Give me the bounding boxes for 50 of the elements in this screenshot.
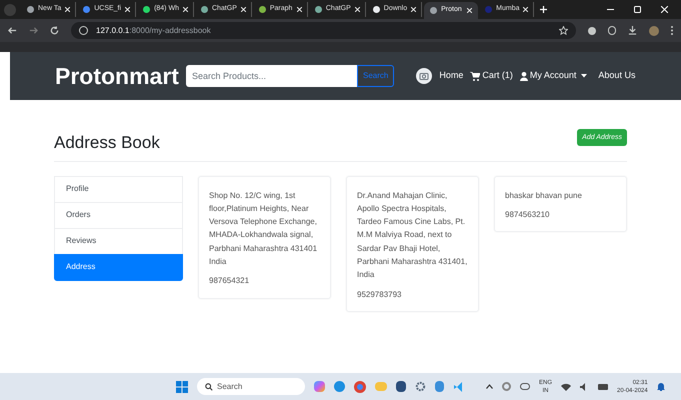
phone-number: 987654321	[209, 275, 250, 288]
back-icon[interactable]	[8, 26, 17, 35]
caret-icon	[581, 74, 588, 78]
forward-icon[interactable]	[29, 26, 38, 35]
taskbar-search-field[interactable]: Search	[197, 378, 305, 395]
nav-link[interactable]: Home	[439, 69, 464, 83]
phone-number: 9874563210	[505, 208, 550, 221]
address-bar[interactable]: 127.0.0.1:8000/my-addressbook	[71, 22, 576, 39]
profile-avatar-icon[interactable]	[649, 26, 659, 36]
address-text: Dr.Anand Mahajan Clinic, Apollo Spectra Hospitals, Tardeo Famous Cine Labs, Pt. M.M Malviya Road, next to Sardar Pav Bhaji Hotel, Parbhani Maharashtra 431401, India	[357, 190, 468, 282]
brand-logo[interactable]: Protonmart	[55, 58, 186, 94]
search-icon	[205, 382, 213, 390]
sidebar-item[interactable]: Address	[54, 254, 183, 280]
cart-icon	[470, 72, 480, 80]
nav-link[interactable]: Cart (1)	[470, 69, 513, 83]
sidebar-item[interactable]: Profile	[54, 176, 183, 202]
close-icon[interactable]	[467, 8, 472, 13]
reload-icon[interactable]	[50, 26, 59, 35]
close-icon[interactable]	[125, 7, 130, 12]
minimize-icon[interactable]	[607, 6, 614, 13]
battery-icon[interactable]	[598, 384, 608, 390]
phone-number: 9529783793	[357, 288, 402, 301]
camera-icon[interactable]	[416, 68, 432, 84]
user-icon	[520, 72, 528, 80]
close-icon[interactable]	[354, 7, 360, 12]
address-text: Shop No. 12/C wing, 1st floor,Platinum Heights, Near Versova Telephone Exchange, MHADA-Lokhandwala signal, Parbhani Maharashtra 431401 India	[209, 190, 318, 268]
settings-icon[interactable]	[415, 381, 426, 392]
notification-bell-icon[interactable]	[656, 382, 665, 391]
chevron-up-icon[interactable]	[486, 384, 493, 389]
bookmark-star-icon[interactable]	[559, 26, 568, 35]
sidebar-item[interactable]: Orders	[54, 202, 183, 228]
search-field[interactable]: Search Products...	[186, 65, 357, 87]
close-icon[interactable]	[182, 7, 188, 12]
download-icon[interactable]	[628, 26, 637, 35]
page-title: Address Book	[54, 132, 160, 154]
new-tab-icon[interactable]	[540, 6, 548, 13]
sidebar-item[interactable]: Reviews	[54, 228, 183, 254]
maximize-icon[interactable]	[634, 6, 641, 13]
close-icon[interactable]	[411, 7, 416, 12]
windows-start-icon[interactable]	[176, 380, 188, 392]
nav-link[interactable]: My Account	[520, 69, 588, 83]
nav-link[interactable]: About Us	[598, 69, 636, 83]
close-icon[interactable]	[240, 7, 246, 12]
url-text: 127.0.0.1:8000/my-addressbook	[96, 24, 211, 36]
close-icon[interactable]	[523, 7, 528, 12]
wifi-icon[interactable]	[561, 382, 572, 390]
close-icon[interactable]	[296, 7, 302, 12]
address-text: bhaskar bhavan pune	[505, 190, 583, 202]
close-icon[interactable]	[65, 7, 70, 12]
tray-app-icon[interactable]	[502, 382, 511, 391]
